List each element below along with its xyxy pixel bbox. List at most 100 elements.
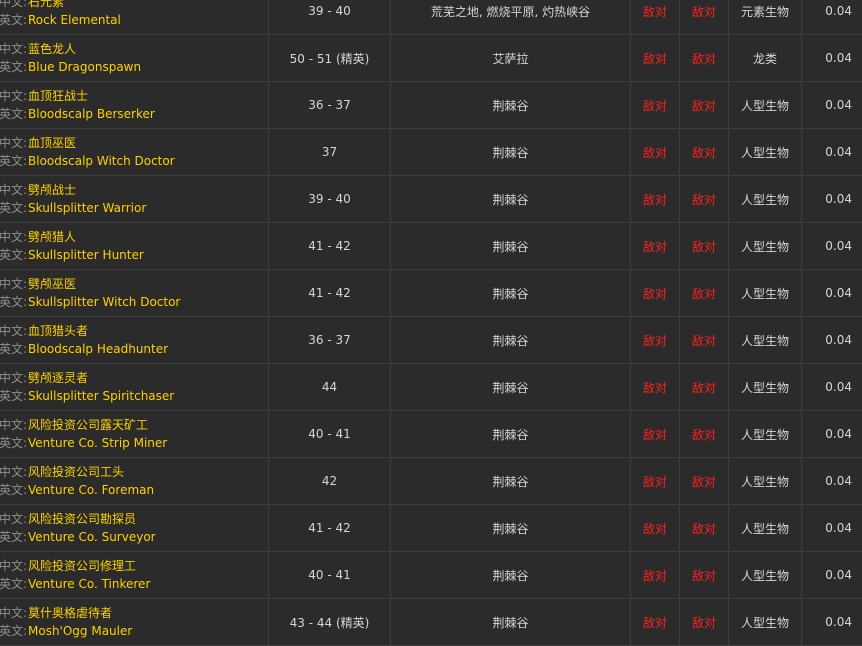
creature-type-cell: 人型生物 <box>729 599 802 645</box>
creature-type-cell: 人型生物 <box>729 458 802 504</box>
npc-cn-name-link[interactable]: 莫什奥格虐待者 <box>28 604 112 622</box>
npc-cn-name-link[interactable]: 风险投资公司修理工 <box>28 557 136 575</box>
horde-reaction-cell: 敌对 <box>680 0 729 34</box>
horde-reaction-cell: 敌对 <box>680 364 729 410</box>
cn-name-line: 中文: 劈颅猎人 <box>0 228 76 246</box>
level-cell: 42 <box>269 458 391 504</box>
npc-cn-name-link[interactable]: 风险投资公司露天矿工 <box>28 416 148 434</box>
horde-reaction-cell: 敌对 <box>680 552 729 598</box>
npc-name-cell: 中文: 劈颅猎人 英文: Skullsplitter Hunter <box>0 223 269 269</box>
npc-en-name-link[interactable]: Skullsplitter Spiritchaser <box>28 387 174 405</box>
npc-cn-name-link[interactable]: 风险投资公司勘探员 <box>28 510 136 528</box>
npc-cn-name-link[interactable]: 劈颅猎人 <box>28 228 76 246</box>
zone-cell: 荆棘谷 <box>391 552 631 598</box>
npc-en-name-link[interactable]: Skullsplitter Witch Doctor <box>28 293 180 311</box>
npc-cn-name-link[interactable]: 血顶猎头者 <box>28 322 88 340</box>
table-row: 中文: 劈颅战士 英文: Skullsplitter Warrior 39 - … <box>0 176 862 223</box>
npc-cn-name-link[interactable]: 蓝色龙人 <box>28 40 76 58</box>
npc-en-name-link[interactable]: Venture Co. Strip Miner <box>28 434 167 452</box>
alliance-reaction-cell: 敌对 <box>631 129 680 175</box>
table-row: 中文: 风险投资公司工头 英文: Venture Co. Foreman 42 … <box>0 458 862 505</box>
level-cell: 37 <box>269 129 391 175</box>
drop-rate-cell: 0.04 <box>825 333 852 347</box>
drop-rate-cell: 0.04 <box>825 474 852 488</box>
en-tag-label: 英文: <box>0 483 28 497</box>
alliance-reaction-cell: 敌对 <box>631 317 680 363</box>
cn-tag-label: 中文: <box>0 512 28 526</box>
npc-en-name-link[interactable]: Rock Elemental <box>28 11 121 29</box>
npc-name-cell: 中文: 劈颅战士 英文: Skullsplitter Warrior <box>0 176 269 222</box>
npc-cn-name-link[interactable]: 劈颅巫医 <box>28 275 76 293</box>
creature-type-cell: 人型生物 <box>729 552 802 598</box>
table-row: 中文: 劈颅巫医 英文: Skullsplitter Witch Doctor … <box>0 270 862 317</box>
alliance-reaction-cell: 敌对 <box>631 35 680 81</box>
npc-name-cell: 中文: 血顶猎头者 英文: Bloodscalp Headhunter <box>0 317 269 363</box>
cn-tag-label: 中文: <box>0 606 28 620</box>
npc-en-name-link[interactable]: Mosh'Ogg Mauler <box>28 622 132 640</box>
en-name-line: 英文: Rock Elemental <box>0 11 121 29</box>
level-cell: 44 <box>269 364 391 410</box>
en-name-line: 英文: Venture Co. Strip Miner <box>0 434 167 452</box>
cn-name-line: 中文: 劈颅战士 <box>0 181 76 199</box>
creature-type-cell: 人型生物 <box>729 505 802 551</box>
cn-name-line: 中文: 劈颅逐灵者 <box>0 369 88 387</box>
drop-rate-cell: 0.04 <box>825 521 852 535</box>
level-cell: 41 - 42 <box>269 223 391 269</box>
npc-en-name-link[interactable]: Bloodscalp Witch Doctor <box>28 152 175 170</box>
creature-type-cell: 龙类 <box>729 35 802 81</box>
npc-cn-name-link[interactable]: 劈颅战士 <box>28 181 76 199</box>
horde-reaction-cell: 敌对 <box>680 129 729 175</box>
en-tag-label: 英文: <box>0 436 28 450</box>
npc-name-cell: 中文: 石元素 英文: Rock Elemental <box>0 0 269 34</box>
npc-en-name-link[interactable]: Bloodscalp Headhunter <box>28 340 168 358</box>
alliance-reaction-cell: 敌对 <box>631 458 680 504</box>
en-tag-label: 英文: <box>0 201 28 215</box>
npc-cn-name-link[interactable]: 劈颅逐灵者 <box>28 369 88 387</box>
npc-en-name-link[interactable]: Blue Dragonspawn <box>28 58 141 76</box>
drop-rate-cell: 0.04 <box>825 568 852 582</box>
alliance-reaction-cell: 敌对 <box>631 176 680 222</box>
level-cell: 50 - 51 (精英) <box>269 35 391 81</box>
npc-name-cell: 中文: 劈颅逐灵者 英文: Skullsplitter Spiritchaser <box>0 364 269 410</box>
npc-cn-name-link[interactable]: 血顶巫医 <box>28 134 76 152</box>
npc-cn-name-link[interactable]: 石元素 <box>28 0 64 11</box>
cn-tag-label: 中文: <box>0 183 28 197</box>
en-tag-label: 英文: <box>0 107 28 121</box>
en-name-line: 英文: Venture Co. Tinkerer <box>0 575 150 593</box>
en-name-line: 英文: Mosh'Ogg Mauler <box>0 622 132 640</box>
horde-reaction-cell: 敌对 <box>680 317 729 363</box>
level-cell: 41 - 42 <box>269 505 391 551</box>
table-row: 中文: 血顶狂战士 英文: Bloodscalp Berserker 36 - … <box>0 82 862 129</box>
drop-rate-cell: 0.04 <box>825 427 852 441</box>
creature-type-cell: 人型生物 <box>729 411 802 457</box>
npc-cn-name-link[interactable]: 血顶狂战士 <box>28 87 88 105</box>
cn-name-line: 中文: 血顶狂战士 <box>0 87 88 105</box>
en-name-line: 英文: Bloodscalp Witch Doctor <box>0 152 175 170</box>
cn-name-line: 中文: 风险投资公司露天矿工 <box>0 416 148 434</box>
level-cell: 39 - 40 <box>269 176 391 222</box>
en-tag-label: 英文: <box>0 577 28 591</box>
en-name-line: 英文: Bloodscalp Headhunter <box>0 340 168 358</box>
table-row: 中文: 莫什奥格虐待者 英文: Mosh'Ogg Mauler 43 - 44 … <box>0 599 862 646</box>
npc-cn-name-link[interactable]: 风险投资公司工头 <box>28 463 124 481</box>
en-tag-label: 英文: <box>0 13 28 27</box>
zone-cell: 荆棘谷 <box>391 317 631 363</box>
npc-en-name-link[interactable]: Venture Co. Tinkerer <box>28 575 150 593</box>
creature-type-cell: 人型生物 <box>729 82 802 128</box>
npc-en-name-link[interactable]: Venture Co. Foreman <box>28 481 154 499</box>
cn-tag-label: 中文: <box>0 277 28 291</box>
npc-en-name-link[interactable]: Skullsplitter Hunter <box>28 246 144 264</box>
table-row: 中文: 风险投资公司修理工 英文: Venture Co. Tinkerer 4… <box>0 552 862 599</box>
cn-name-line: 中文: 蓝色龙人 <box>0 40 76 58</box>
cn-name-line: 中文: 莫什奥格虐待者 <box>0 604 112 622</box>
creature-type-cell: 人型生物 <box>729 364 802 410</box>
alliance-reaction-cell: 敌对 <box>631 0 680 34</box>
npc-en-name-link[interactable]: Venture Co. Surveyor <box>28 528 156 546</box>
horde-reaction-cell: 敌对 <box>680 82 729 128</box>
creature-type-cell: 人型生物 <box>729 317 802 363</box>
cn-name-line: 中文: 劈颅巫医 <box>0 275 76 293</box>
drop-rate-cell: 0.04 <box>825 145 852 159</box>
npc-en-name-link[interactable]: Bloodscalp Berserker <box>28 105 155 123</box>
zone-cell: 荆棘谷 <box>391 176 631 222</box>
npc-en-name-link[interactable]: Skullsplitter Warrior <box>28 199 146 217</box>
